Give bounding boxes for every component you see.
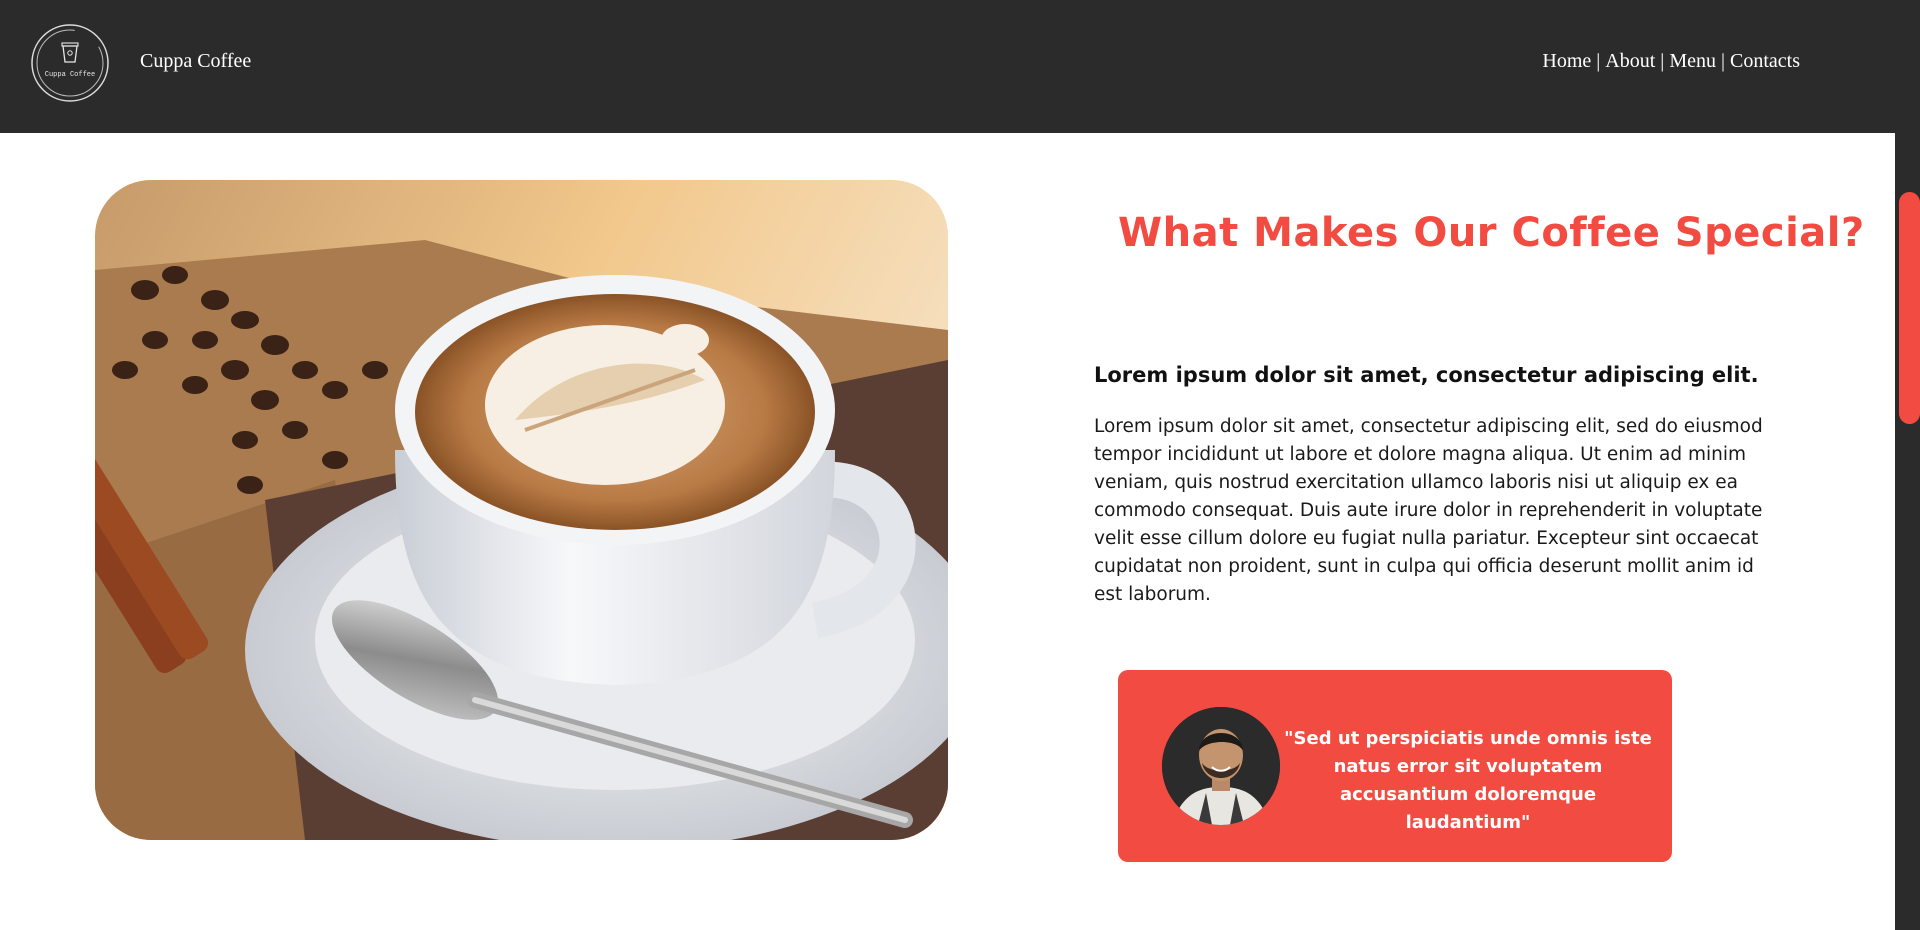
nav-separator: | <box>1660 50 1665 72</box>
scrollbar-thumb[interactable] <box>1899 192 1920 424</box>
testimonial-quote: "Sed ut perspiciatis unde omnis iste nat… <box>1284 728 1652 833</box>
nav-link-home[interactable]: Home <box>1542 50 1591 73</box>
cuppa-coffee-logo-icon[interactable]: Cuppa Coffee <box>29 22 111 104</box>
brand-name[interactable]: Cuppa Coffee <box>140 50 251 73</box>
nav-link-menu[interactable]: Menu <box>1669 50 1716 73</box>
section-body-text: Lorem ipsum dolor sit amet, consectetur … <box>1094 416 1763 605</box>
barista-avatar <box>1162 707 1280 825</box>
logo-text: Cuppa Coffee <box>45 71 95 79</box>
nav-separator: | <box>1720 50 1725 72</box>
nav-separator: | <box>1596 50 1601 72</box>
section-title: What Makes Our Coffee Special? <box>1118 210 1865 256</box>
testimonial-card: "Sed ut perspiciatis unde omnis iste nat… <box>1118 670 1672 862</box>
section-subtitle: Lorem ipsum dolor sit amet, consectetur … <box>1094 363 1759 387</box>
site-header: Cuppa Coffee Cuppa Coffee Home | About |… <box>0 0 1920 133</box>
main-nav: Home | About | Menu | Contacts <box>1542 50 1800 73</box>
nav-link-contacts[interactable]: Contacts <box>1730 50 1800 73</box>
latte-cup-image <box>95 180 948 840</box>
nav-link-about[interactable]: About <box>1605 50 1655 73</box>
